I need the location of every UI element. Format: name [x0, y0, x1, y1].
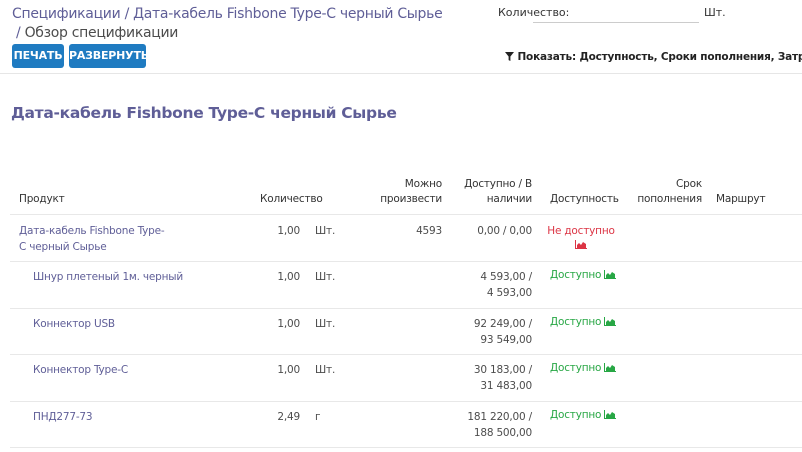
- row-4-qty: 2,49: [277, 411, 300, 423]
- row-0-uom: Шт.: [315, 225, 336, 237]
- row-2-divider: [10, 354, 802, 355]
- breadcrumb-current: / Обзор спецификации: [16, 25, 178, 41]
- row-3-product[interactable]: Коннектор Type-C: [33, 362, 128, 378]
- row-2-uom: Шт.: [315, 318, 336, 330]
- header-availability: Доступность: [550, 193, 619, 205]
- row-4-available: 181 220,00 / 188 500,00: [467, 411, 532, 439]
- row-1-product[interactable]: Шнур плетеный 1м. черный: [33, 269, 183, 285]
- area-chart-icon: [604, 410, 617, 419]
- row-0-producible: 4593: [416, 225, 442, 237]
- breadcrumb: Спецификации / Дата-кабель Fishbone Type…: [12, 6, 443, 22]
- header-route: Маршрут: [716, 193, 766, 205]
- area-chart-icon: [604, 317, 617, 326]
- report-title: Дата-кабель Fishbone Type-C черный Сырье: [11, 104, 397, 122]
- breadcrumb-separator-2: /: [16, 25, 21, 41]
- row-3-available: 30 183,00 / 31 483,00: [473, 364, 532, 392]
- row-2-qty: 1,00: [277, 318, 300, 330]
- expand-button[interactable]: РАЗВЕРНУТЬ: [69, 44, 149, 68]
- area-chart-icon: [604, 270, 617, 279]
- print-button[interactable]: ПЕЧАТЬ: [12, 44, 64, 68]
- row-4-uom: г: [315, 411, 321, 423]
- header-product: Продукт: [19, 193, 65, 205]
- header-available: Доступно / В наличии: [464, 178, 532, 205]
- control-panel-divider: [0, 73, 802, 74]
- quantity-input[interactable]: [533, 4, 699, 23]
- row-1-uom: Шт.: [315, 271, 336, 283]
- row-1-divider: [10, 308, 802, 309]
- header-lead-time: Срок пополнения: [637, 178, 702, 205]
- header-divider: [10, 214, 802, 215]
- header-producible: Можно произвести: [380, 178, 442, 205]
- row-4-product[interactable]: ПНД277-73: [33, 409, 93, 425]
- row-0-divider: [10, 261, 802, 262]
- filter-icon: [505, 52, 514, 61]
- row-0-available: 0,00 / 0,00: [477, 225, 532, 237]
- row-1-status[interactable]: Доступно: [550, 269, 617, 281]
- row-0-status[interactable]: Не доступно: [546, 223, 616, 251]
- row-1-qty: 1,00: [277, 271, 300, 283]
- show-filter-dropdown[interactable]: Показать: Доступность, Сроки пополнения,…: [505, 51, 802, 63]
- breadcrumb-overview: Обзор спецификации: [24, 25, 179, 41]
- breadcrumb-boms-link[interactable]: Спецификации: [12, 6, 121, 22]
- row-4-divider: [10, 447, 802, 448]
- header-quantity: Количество: [260, 193, 323, 205]
- row-0-product[interactable]: Дата-кабель Fishbone Type- C черный Сырь…: [19, 223, 165, 255]
- row-2-status[interactable]: Доступно: [550, 316, 617, 328]
- row-3-qty: 1,00: [277, 364, 300, 376]
- row-2-available: 92 249,00 / 93 549,00: [473, 318, 532, 346]
- row-1-available: 4 593,00 / 4 593,00: [480, 271, 532, 299]
- row-3-divider: [10, 401, 802, 402]
- breadcrumb-separator: /: [124, 6, 130, 22]
- breadcrumb-bom-link[interactable]: Дата-кабель Fishbone Type-C черный Сырье: [133, 6, 443, 22]
- row-2-product[interactable]: Коннектор USB: [33, 316, 115, 332]
- area-chart-icon: [575, 240, 587, 249]
- row-0-qty: 1,00: [277, 225, 300, 237]
- show-filter-text: Показать: Доступность, Сроки пополнения,…: [517, 51, 802, 63]
- quantity-uom: Шт.: [704, 6, 726, 19]
- area-chart-icon: [604, 363, 617, 372]
- row-3-uom: Шт.: [315, 364, 336, 376]
- row-3-status[interactable]: Доступно: [550, 362, 617, 374]
- row-4-status[interactable]: Доступно: [550, 409, 617, 421]
